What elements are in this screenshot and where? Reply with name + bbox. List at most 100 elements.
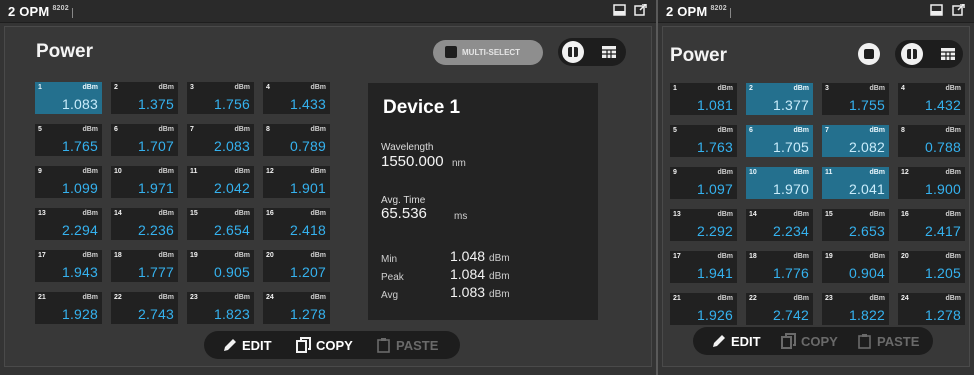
channel-tile[interactable]: 8 dBm 0.789 (263, 124, 330, 156)
channel-value: 1.081 (696, 97, 733, 113)
channel-tile[interactable]: 19 dBm 0.905 (187, 250, 254, 282)
panel-titlebar: 2 OPM 8202 (0, 0, 656, 23)
channel-tile[interactable]: 21 dBm 1.928 (35, 292, 102, 324)
channel-tile[interactable]: 23 dBm 1.822 (822, 293, 889, 325)
channel-unit: dBm (793, 169, 809, 176)
channel-tile[interactable]: 7 dBm 2.082 (822, 125, 889, 157)
channel-tile[interactable]: 18 dBm 1.777 (111, 250, 178, 282)
tile-view-button[interactable] (562, 41, 584, 63)
channel-value: 1.207 (289, 264, 326, 280)
channel-value: 0.788 (924, 139, 961, 155)
channel-tile[interactable]: 12 dBm 1.901 (263, 166, 330, 198)
channel-unit: dBm (310, 210, 326, 217)
bottom-toolbar: EDIT COPY PASTE (693, 327, 933, 355)
channel-tile[interactable]: 10 dBm 1.970 (746, 167, 813, 199)
multi-select-icon (864, 49, 874, 59)
popout-window-icon[interactable] (634, 4, 647, 16)
channel-number: 7 (190, 126, 194, 133)
channel-tile[interactable]: 2 dBm 1.375 (111, 82, 178, 114)
channel-value: 2.082 (848, 139, 885, 155)
edit-button[interactable]: EDIT (222, 337, 280, 353)
channel-number: 13 (673, 211, 681, 218)
channel-tile[interactable]: 6 dBm 1.705 (746, 125, 813, 157)
channel-number: 2 (114, 84, 118, 91)
channel-tile[interactable]: 16 dBm 2.418 (263, 208, 330, 240)
channel-tile[interactable]: 14 dBm 2.236 (111, 208, 178, 240)
channel-tile[interactable]: 19 dBm 0.904 (822, 251, 889, 283)
channel-tile[interactable]: 11 dBm 2.042 (187, 166, 254, 198)
copy-button[interactable]: COPY (781, 333, 847, 349)
channel-tile[interactable]: 23 dBm 1.823 (187, 292, 254, 324)
edit-button[interactable]: EDIT (711, 333, 769, 349)
channel-tile[interactable]: 7 dBm 2.083 (187, 124, 254, 156)
channel-value: 1.205 (924, 265, 961, 281)
channel-tile[interactable]: 22 dBm 2.742 (746, 293, 813, 325)
multi-select-button[interactable]: MULTI-SELECT (433, 40, 543, 65)
channel-tile[interactable]: 2 dBm 1.377 (746, 83, 813, 115)
channel-number: 19 (825, 253, 833, 260)
multi-select-button[interactable] (858, 43, 880, 65)
table-view-icon[interactable] (941, 48, 955, 60)
channel-tile[interactable]: 12 dBm 1.900 (898, 167, 965, 199)
paste-button[interactable]: PASTE (857, 333, 927, 349)
channel-tile[interactable]: 6 dBm 1.707 (111, 124, 178, 156)
channel-tile[interactable]: 5 dBm 1.763 (670, 125, 737, 157)
channel-value: 1.763 (696, 139, 733, 155)
minimize-window-icon[interactable] (613, 4, 626, 16)
channel-tile[interactable]: 5 dBm 1.765 (35, 124, 102, 156)
channel-unit: dBm (717, 127, 733, 134)
channel-unit: dBm (82, 210, 98, 217)
channel-tile[interactable]: 17 dBm 1.943 (35, 250, 102, 282)
channel-tile[interactable]: 22 dBm 2.743 (111, 292, 178, 324)
channel-tile[interactable]: 1 dBm 1.083 (35, 82, 102, 114)
channel-tile[interactable]: 20 dBm 1.205 (898, 251, 965, 283)
channel-value: 2.742 (772, 307, 809, 323)
channel-tile[interactable]: 4 dBm 1.432 (898, 83, 965, 115)
channel-tile[interactable]: 10 dBm 1.971 (111, 166, 178, 198)
channel-number: 14 (114, 210, 122, 217)
channel-tile[interactable]: 18 dBm 1.776 (746, 251, 813, 283)
tile-view-button[interactable] (901, 43, 923, 65)
channel-tile[interactable]: 9 dBm 1.099 (35, 166, 102, 198)
channel-tile[interactable]: 3 dBm 1.755 (822, 83, 889, 115)
channel-tile[interactable]: 24 dBm 1.278 (898, 293, 965, 325)
channel-value: 1.941 (696, 265, 733, 281)
channel-unit: dBm (310, 252, 326, 259)
channel-tile[interactable]: 13 dBm 2.294 (35, 208, 102, 240)
channel-tile[interactable]: 3 dBm 1.756 (187, 82, 254, 114)
channel-unit: dBm (82, 252, 98, 259)
channel-tile[interactable]: 9 dBm 1.097 (670, 167, 737, 199)
copy-button[interactable]: COPY (296, 337, 362, 353)
channel-tile[interactable]: 15 dBm 2.654 (187, 208, 254, 240)
channel-tile[interactable]: 16 dBm 2.417 (898, 209, 965, 241)
channel-tile[interactable]: 4 dBm 1.433 (263, 82, 330, 114)
channel-tile[interactable]: 17 dBm 1.941 (670, 251, 737, 283)
channel-tile[interactable]: 21 dBm 1.926 (670, 293, 737, 325)
channel-unit: dBm (945, 85, 961, 92)
avg-value: 1.083 dBm (450, 284, 510, 300)
channel-tile[interactable]: 13 dBm 2.292 (670, 209, 737, 241)
channel-number: 11 (190, 168, 198, 175)
view-toggle[interactable] (895, 40, 963, 68)
channel-tile[interactable]: 24 dBm 1.278 (263, 292, 330, 324)
table-view-icon[interactable] (602, 46, 616, 58)
right-panel: 2 OPM 8202 Power 1 dBm 1.081 2 dBm 1.377 3 dBm 1.… (658, 0, 974, 375)
channel-tile[interactable]: 20 dBm 1.207 (263, 250, 330, 282)
channel-tile[interactable]: 15 dBm 2.653 (822, 209, 889, 241)
minimize-window-icon[interactable] (930, 4, 943, 16)
channel-unit: dBm (717, 85, 733, 92)
channel-tile[interactable]: 14 dBm 2.234 (746, 209, 813, 241)
channel-value: 1.705 (772, 139, 809, 155)
channel-tile[interactable]: 11 dBm 2.041 (822, 167, 889, 199)
min-value: 1.048 dBm (450, 248, 510, 264)
device-detail-card: Device 1 Wavelength 1550.000 nm Avg. Tim… (368, 83, 598, 320)
paste-button[interactable]: PASTE (376, 337, 448, 353)
popout-window-icon[interactable] (952, 4, 965, 16)
channel-tile[interactable]: 8 dBm 0.788 (898, 125, 965, 157)
channel-unit: dBm (310, 126, 326, 133)
view-toggle[interactable] (558, 38, 626, 66)
channel-number: 4 (901, 85, 905, 92)
channel-value: 2.234 (772, 223, 809, 239)
channel-tile[interactable]: 1 dBm 1.081 (670, 83, 737, 115)
channel-unit: dBm (310, 84, 326, 91)
